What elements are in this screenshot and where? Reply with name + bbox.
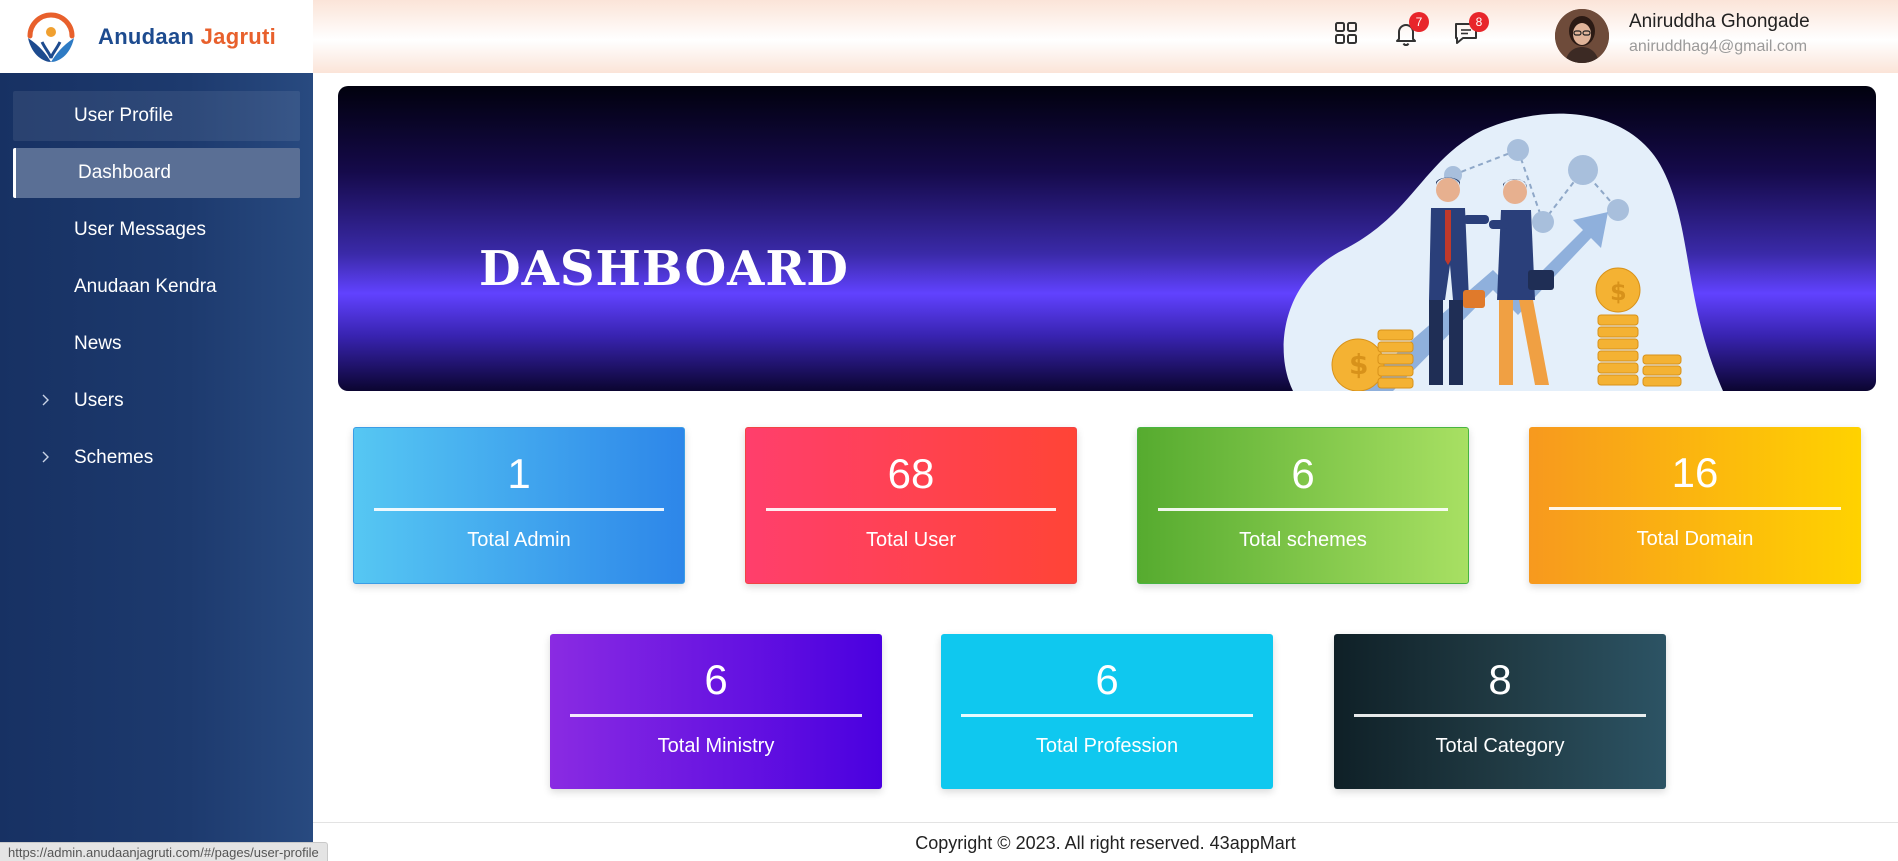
stat-card-total-category[interactable]: 8 Total Category bbox=[1334, 634, 1666, 789]
sidebar-item-label: Schemes bbox=[74, 447, 154, 468]
stat-value: 68 bbox=[887, 450, 935, 497]
anudaan-logo-icon bbox=[27, 12, 75, 62]
stat-label: Total Admin bbox=[467, 529, 571, 551]
divider bbox=[1549, 507, 1841, 510]
status-bar-url: https://admin.anudaanjagruti.com/#/pages… bbox=[0, 842, 328, 861]
user-name[interactable]: Aniruddha Ghongade bbox=[1629, 11, 1810, 33]
stat-value: 6 bbox=[1095, 656, 1119, 703]
stat-label: Total User bbox=[865, 529, 957, 551]
svg-text:$: $ bbox=[1610, 278, 1627, 306]
user-avatar[interactable] bbox=[1555, 9, 1609, 63]
sidebar-item-anudaan-kendra[interactable]: Anudaan Kendra bbox=[13, 262, 300, 312]
business-handshake-illustration: $ $ bbox=[1283, 113, 1723, 391]
divider bbox=[1158, 508, 1448, 511]
dashboard-banner: DASHBOARD $ $ bbox=[338, 86, 1876, 391]
stat-card-total-profession[interactable]: 6 Total Profession bbox=[941, 634, 1273, 789]
divider bbox=[766, 508, 1056, 511]
apps-grid-button[interactable] bbox=[1331, 18, 1361, 48]
stat-label: Total Profession bbox=[1035, 735, 1179, 757]
stat-value: 8 bbox=[1488, 656, 1512, 703]
stat-value: 16 bbox=[1671, 449, 1719, 496]
stat-value: 1 bbox=[507, 450, 531, 497]
grid-icon bbox=[1335, 22, 1357, 44]
sidebar-item-user-profile[interactable]: User Profile bbox=[13, 91, 300, 141]
sidebar-item-label: Users bbox=[74, 390, 124, 411]
messages-button[interactable]: 8 bbox=[1451, 12, 1489, 48]
sidebar-nav: User Profile Dashboard User Messages Anu… bbox=[13, 91, 300, 490]
stat-card-total-ministry[interactable]: 6 Total Ministry bbox=[550, 634, 882, 789]
sidebar-item-label: User Profile bbox=[74, 105, 174, 126]
chevron-right-icon bbox=[42, 451, 49, 463]
stat-card-total-admin[interactable]: 1 Total Admin bbox=[353, 427, 685, 584]
brand[interactable]: Anudaan Jagruti bbox=[0, 0, 313, 73]
stat-label: Total Ministry bbox=[657, 735, 775, 757]
user-email: aniruddhag4@gmail.com bbox=[1629, 38, 1808, 55]
divider bbox=[1354, 714, 1646, 717]
sidebar-item-user-messages[interactable]: User Messages bbox=[13, 205, 300, 255]
notifications-button[interactable]: 7 bbox=[1391, 12, 1429, 48]
sidebar: Anudaan Jagruti User Profile Dashboard U… bbox=[0, 0, 313, 861]
stat-card-total-schemes[interactable]: 6 Total schemes bbox=[1137, 427, 1469, 584]
stat-label: Total Domain bbox=[1636, 528, 1754, 550]
divider bbox=[961, 714, 1253, 717]
footer-copyright: Copyright © 2023. All right reserved. 43… bbox=[915, 833, 1296, 853]
brand-name-part2: Jagruti bbox=[200, 23, 277, 49]
brand-name: Anudaan Jagruti bbox=[98, 24, 276, 50]
stat-value: 6 bbox=[704, 656, 728, 703]
user-photo-icon bbox=[1555, 9, 1609, 63]
sidebar-item-schemes[interactable]: Schemes bbox=[13, 433, 300, 483]
stat-card-total-user[interactable]: 68 Total User bbox=[745, 427, 1077, 584]
messages-count-badge: 8 bbox=[1469, 12, 1489, 32]
sidebar-item-news[interactable]: News bbox=[13, 319, 300, 369]
sidebar-item-label: News bbox=[74, 333, 122, 354]
footer-divider bbox=[313, 822, 1898, 823]
brand-name-part1: Anudaan bbox=[98, 23, 195, 49]
stat-label: Total schemes bbox=[1239, 529, 1367, 551]
stat-card-total-domain[interactable]: 16 Total Domain bbox=[1529, 427, 1861, 584]
sidebar-item-dashboard[interactable]: Dashboard bbox=[13, 148, 300, 198]
top-header: 7 8 Aniruddha Ghongade aniruddhag4@gmail… bbox=[313, 0, 1898, 73]
svg-text:$: $ bbox=[1349, 348, 1368, 381]
divider bbox=[374, 508, 664, 511]
sidebar-item-label: Anudaan Kendra bbox=[74, 276, 217, 297]
sidebar-item-label: User Messages bbox=[74, 219, 206, 240]
notifications-count-badge: 7 bbox=[1409, 12, 1429, 32]
divider bbox=[570, 714, 862, 717]
stat-label: Total Category bbox=[1435, 735, 1565, 757]
sidebar-item-label: Dashboard bbox=[78, 162, 171, 183]
page-title: DASHBOARD bbox=[479, 241, 849, 297]
chevron-right-icon bbox=[42, 394, 49, 406]
stat-value: 6 bbox=[1291, 450, 1315, 497]
sidebar-item-users[interactable]: Users bbox=[13, 376, 300, 426]
